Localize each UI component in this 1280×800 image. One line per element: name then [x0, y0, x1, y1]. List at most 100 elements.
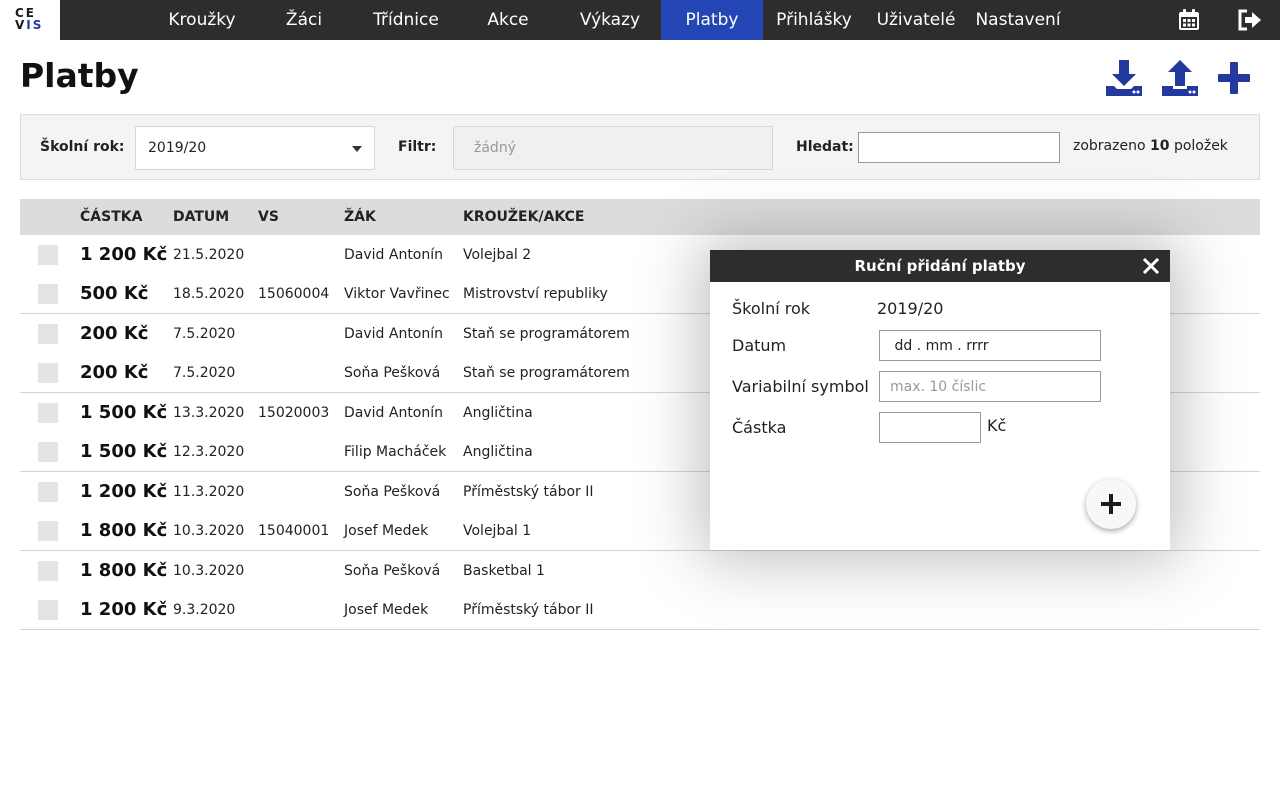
row-date: 7.5.2020 [173, 365, 236, 381]
row-checkbox[interactable] [38, 600, 58, 620]
table-row[interactable]: 1 800 Kč 10.3.2020 Soňa Pešková Basketba… [20, 551, 1260, 591]
school-year-label: Školní rok: [40, 139, 125, 155]
row-date: 21.5.2020 [173, 247, 245, 263]
item-count: zobrazeno 10 položek [1073, 138, 1228, 154]
modal-vs-label: Variabilní symbol [732, 377, 869, 396]
nav-item-akce[interactable]: Akce [474, 0, 542, 40]
column-header-student[interactable]: ŽÁK [344, 209, 376, 225]
nav-item-tridnice[interactable]: Třídnice [356, 0, 456, 40]
plus-icon [1101, 494, 1121, 514]
row-checkbox[interactable] [38, 521, 58, 541]
nav-item-prihlasky[interactable]: Přihlášky [766, 0, 862, 40]
row-student: Viktor Vavřinec [344, 286, 450, 302]
row-student: David Antonín [344, 326, 444, 342]
row-vs: 15020003 [258, 405, 330, 421]
top-navigation: CE VIS Kroužky Žáci Třídnice Akce Výkazy… [0, 0, 1280, 40]
table-row[interactable]: 1 200 Kč 9.3.2020 Josef Medek Příměstský… [20, 590, 1260, 630]
variable-symbol-input[interactable] [879, 371, 1101, 402]
row-checkbox[interactable] [38, 403, 58, 423]
nav-item-krouzky[interactable]: Kroužky [152, 0, 252, 40]
amount-input[interactable] [879, 412, 981, 443]
table-header: ČÁSTKA DATUM VS ŽÁK KROUŽEK/AKCE [20, 199, 1260, 235]
row-checkbox[interactable] [38, 284, 58, 304]
column-header-amount[interactable]: ČÁSTKA [80, 209, 142, 225]
modal-date-label: Datum [732, 336, 787, 355]
item-count-value: 10 [1150, 138, 1170, 154]
page-title: Platby [20, 56, 139, 95]
row-amount: 200 Kč [80, 362, 149, 383]
row-amount: 500 Kč [80, 283, 149, 304]
modal-header: Ruční přidání platby [710, 250, 1170, 282]
row-checkbox[interactable] [38, 561, 58, 581]
calendar-icon[interactable] [1177, 8, 1203, 32]
row-student: David Antonín [344, 405, 444, 421]
row-course: Volejbal 1 [463, 523, 532, 539]
cevis-logo[interactable]: CE VIS [0, 0, 60, 40]
modal-year-value: 2019/20 [877, 299, 944, 318]
close-icon[interactable] [1142, 257, 1160, 275]
chevron-down-icon [352, 146, 362, 152]
row-amount: 200 Kč [80, 323, 149, 344]
row-checkbox[interactable] [38, 245, 58, 265]
row-date: 10.3.2020 [173, 523, 245, 539]
column-header-vs[interactable]: VS [258, 209, 279, 225]
nav-item-platby[interactable]: Platby [661, 0, 763, 40]
row-checkbox[interactable] [38, 324, 58, 344]
filter-placeholder: žádný [474, 140, 516, 156]
row-student: Filip Macháček [344, 444, 447, 460]
row-amount: 1 500 Kč [80, 441, 168, 462]
logo-line-2b: IS [26, 18, 44, 32]
modal-amount-label: Částka [732, 418, 787, 437]
column-header-date[interactable]: DATUM [173, 209, 229, 225]
row-checkbox[interactable] [38, 363, 58, 383]
row-course: Basketbal 1 [463, 563, 545, 579]
currency-unit: Kč [987, 416, 1007, 435]
row-vs: 15060004 [258, 286, 330, 302]
row-student: Soňa Pešková [344, 365, 441, 381]
plus-icon[interactable] [1214, 58, 1254, 98]
row-date: 13.3.2020 [173, 405, 245, 421]
row-amount: 1 200 Kč [80, 244, 168, 265]
row-student: Soňa Pešková [344, 484, 441, 500]
row-date: 18.5.2020 [173, 286, 245, 302]
row-amount: 1 800 Kč [80, 560, 168, 581]
row-date: 12.3.2020 [173, 444, 245, 460]
row-student: Soňa Pešková [344, 563, 441, 579]
nav-item-nastaveni[interactable]: Nastavení [968, 0, 1068, 40]
school-year-select[interactable]: 2019/20 [135, 126, 375, 170]
item-count-suffix: položek [1173, 138, 1228, 154]
filter-bar: Školní rok: 2019/20 Filtr: žádný Hledat:… [20, 114, 1260, 180]
row-date: 10.3.2020 [173, 563, 245, 579]
school-year-value: 2019/20 [148, 140, 207, 156]
row-date: 7.5.2020 [173, 326, 236, 342]
date-input[interactable] [879, 330, 1101, 361]
row-amount: 1 800 Kč [80, 520, 168, 541]
row-course: Angličtina [463, 405, 533, 421]
row-course: Mistrovství republiky [463, 286, 608, 302]
item-count-prefix: zobrazeno [1073, 138, 1146, 154]
logout-icon[interactable] [1237, 8, 1263, 32]
filter-label: Filtr: [398, 139, 437, 155]
row-student: Josef Medek [344, 602, 429, 618]
add-payment-modal: Ruční přidání platby Školní rok 2019/20 … [710, 250, 1170, 550]
column-header-course[interactable]: KROUŽEK/AKCE [463, 209, 584, 225]
row-vs: 15040001 [258, 523, 330, 539]
add-payment-button[interactable] [1086, 479, 1136, 529]
row-amount: 1 200 Kč [80, 599, 168, 620]
logo-line-2a: V [15, 18, 27, 32]
download-icon[interactable] [1104, 58, 1144, 98]
search-input[interactable] [858, 132, 1060, 163]
row-date: 11.3.2020 [173, 484, 245, 500]
modal-year-label: Školní rok [732, 299, 811, 318]
row-checkbox[interactable] [38, 482, 58, 502]
nav-item-zaci[interactable]: Žáci [270, 0, 338, 40]
row-course: Angličtina [463, 444, 533, 460]
row-student: Josef Medek [344, 523, 429, 539]
upload-icon[interactable] [1160, 58, 1200, 98]
nav-item-vykazy[interactable]: Výkazy [566, 0, 654, 40]
nav-item-uzivatele[interactable]: Uživatelé [868, 0, 964, 40]
filter-select[interactable]: žádný [453, 126, 773, 170]
row-checkbox[interactable] [38, 442, 58, 462]
row-course: Příměstský tábor II [463, 484, 594, 500]
row-date: 9.3.2020 [173, 602, 236, 618]
